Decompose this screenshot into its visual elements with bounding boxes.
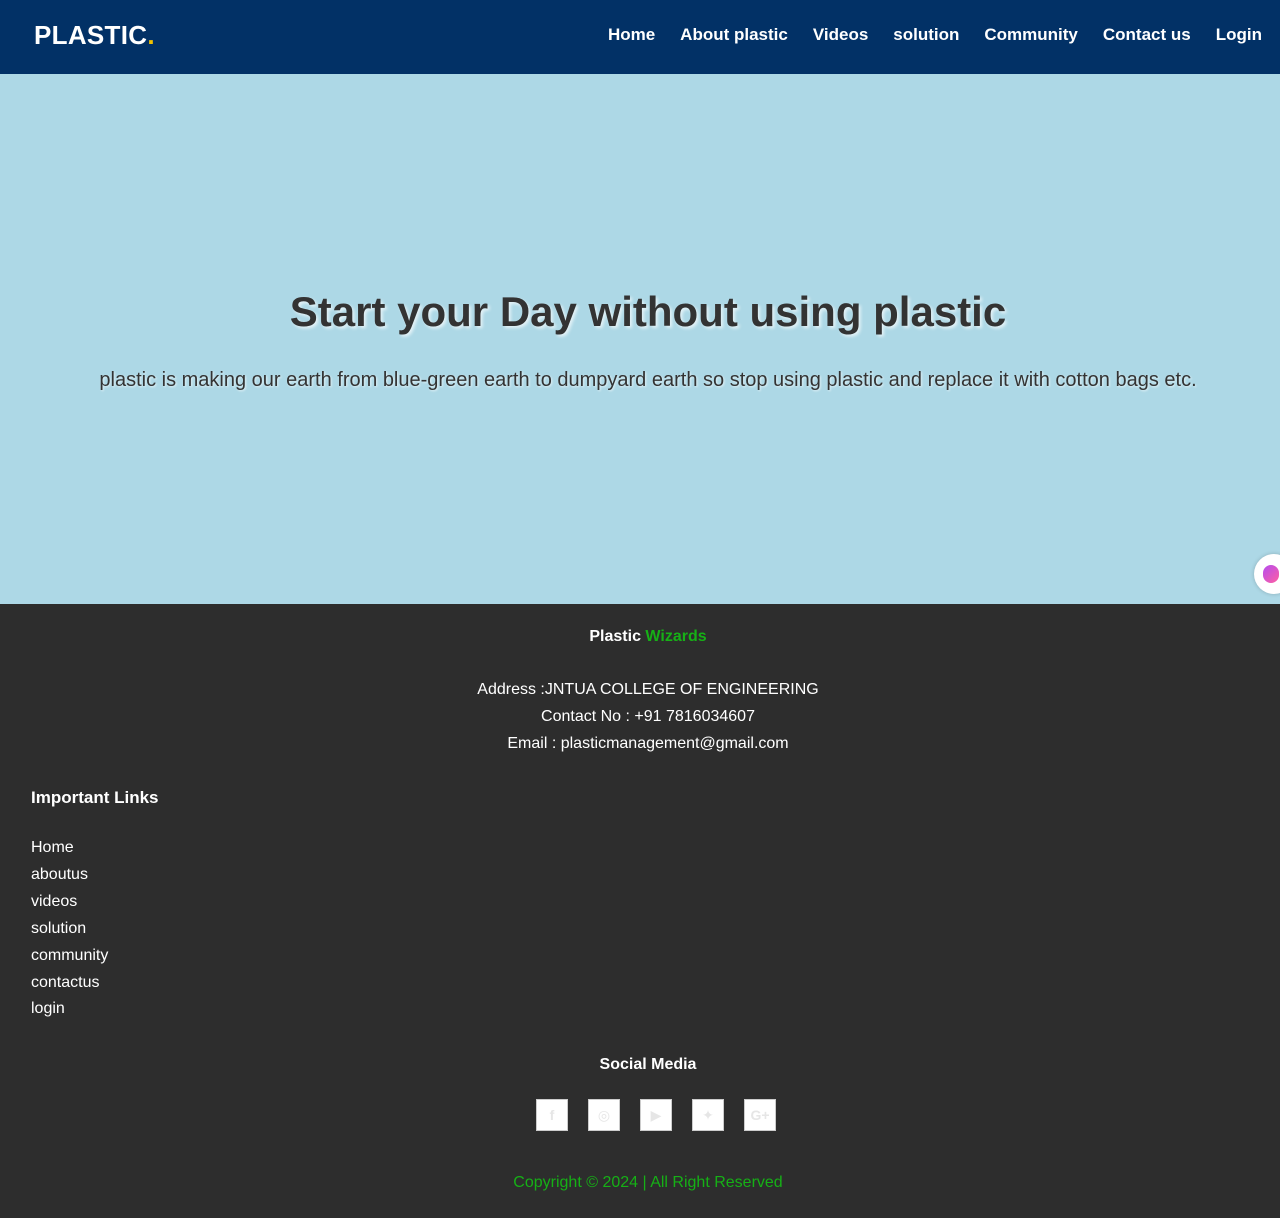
nav-login[interactable]: Login (1216, 25, 1262, 45)
twitter-icon[interactable]: ✦ (692, 1099, 724, 1131)
youtube-icon[interactable]: ▶ (640, 1099, 672, 1131)
footer-link-videos[interactable]: videos (31, 893, 77, 910)
hero-section: Start your Day without using plastic pla… (0, 74, 1280, 604)
list-item: Home (31, 835, 108, 862)
footer-link-community[interactable]: community (31, 947, 108, 964)
facebook-icon[interactable]: f (536, 1099, 568, 1131)
nav-solution[interactable]: solution (893, 25, 959, 45)
list-item: community (31, 943, 108, 970)
navbar: PLASTIC. Home About plastic Videos solut… (0, 0, 1280, 74)
contact-info: Address :JNTUA COLLEGE OF ENGINEERING Co… (0, 676, 1280, 757)
footer-link-home[interactable]: Home (31, 839, 74, 856)
footer-link-aboutus[interactable]: aboutus (31, 866, 88, 883)
social-media-title: Social Media (599, 1056, 697, 1073)
brand-dot: . (147, 20, 155, 50)
nav-videos[interactable]: Videos (813, 25, 868, 45)
list-item: solution (31, 916, 108, 943)
google-plus-icon[interactable]: G+ (744, 1099, 776, 1131)
copyright-text: Copyright © 2024 | All Right Reserved (513, 1174, 783, 1191)
contact-number: Contact No : +91 7816034607 (541, 708, 755, 725)
important-links-list: Home aboutus videos solution community c… (31, 835, 108, 1023)
important-links-title: Important Links (31, 788, 159, 807)
main-nav: Home About plastic Videos solution Commu… (583, 25, 1262, 45)
brand-text: PLASTIC (34, 20, 148, 50)
site-logo[interactable]: PLASTIC. (34, 20, 155, 51)
footer-brand-main: Plastic (589, 628, 641, 645)
email-text: Email : plasticmanagement@gmail.com (507, 735, 789, 752)
floating-assistant-button[interactable] (1254, 554, 1280, 594)
address-text: Address :JNTUA COLLEGE OF ENGINEERING (477, 681, 819, 698)
list-item: aboutus (31, 862, 108, 889)
footer-brand-accent: Wizards (645, 628, 707, 645)
footer-link-contactus[interactable]: contactus (31, 974, 99, 991)
nav-contact-us[interactable]: Contact us (1103, 25, 1191, 45)
hero-title: Start your Day without using plastic (289, 288, 1007, 335)
nav-home[interactable]: Home (608, 25, 655, 45)
footer-link-login[interactable]: login (31, 1000, 65, 1017)
list-item: videos (31, 889, 108, 916)
hero-subtitle: plastic is making our earth from blue-gr… (99, 369, 1197, 391)
footer: Plastic Wizards Address :JNTUA COLLEGE O… (0, 604, 1280, 1218)
list-item: login (31, 996, 108, 1023)
list-item: contactus (31, 970, 108, 997)
brain-icon (1263, 565, 1279, 583)
nav-about-plastic[interactable]: About plastic (680, 25, 788, 45)
instagram-icon[interactable]: ◎ (588, 1099, 620, 1131)
footer-link-solution[interactable]: solution (31, 920, 86, 937)
nav-community[interactable]: Community (984, 25, 1078, 45)
social-icons: f ◎ ▶ ✦ G+ (536, 1099, 796, 1131)
footer-brand: Plastic Wizards (0, 628, 1280, 646)
